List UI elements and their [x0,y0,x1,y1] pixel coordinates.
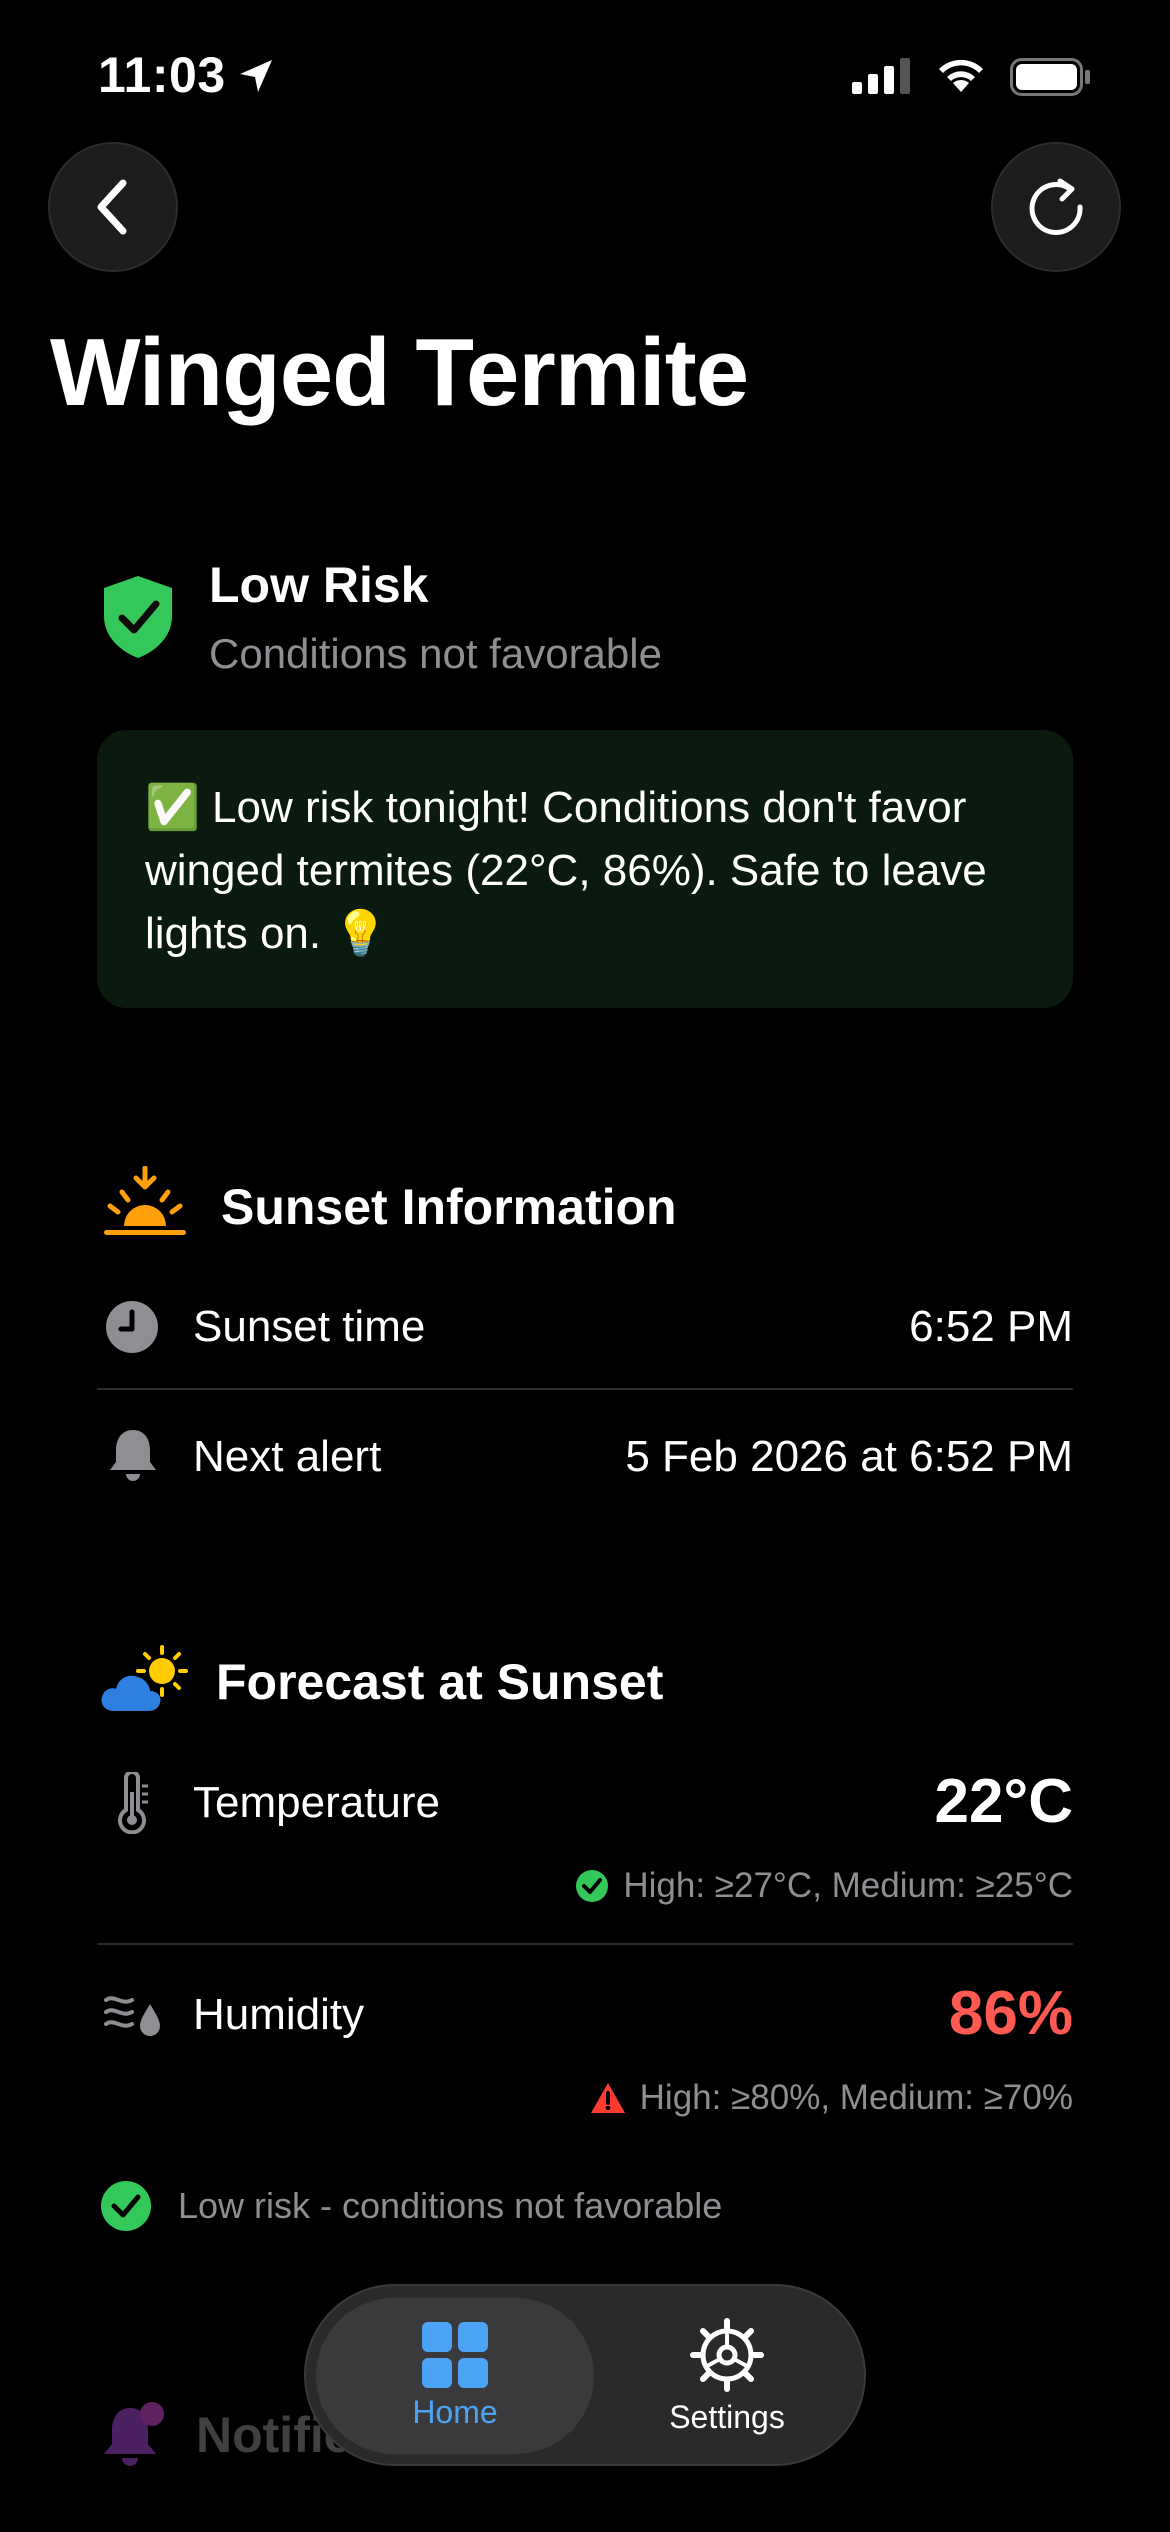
wifi-icon [939,59,983,92]
clock-icon [106,1301,158,1353]
page-title: Winged Termite [50,319,749,426]
risk-level: Low Risk [209,557,429,613]
tab-bar: Home Settings [304,2284,866,2466]
status-time: 11:03 [98,47,226,103]
grid-icon [422,2321,488,2388]
risk-message-card: ✅ Low risk tonight! Conditions don't fav… [97,730,1073,1008]
sunset-section-title: Sunset Information [221,1179,677,1235]
risk-subtitle: Conditions not favorable [209,630,662,677]
forecast-section-title: Forecast at Sunset [216,1654,664,1710]
humidity-label: Humidity [193,1990,365,2039]
thermometer-icon [118,1772,148,1834]
shield-check-icon [104,576,172,658]
tab-home-label: Home [412,2393,498,2430]
humidity-threshold-text: High: ≥80%, Medium: ≥70% [639,2078,1073,2117]
humidity-threshold: High: ≥80%, Medium: ≥70% [590,2078,1073,2118]
tab-settings[interactable]: Settings [600,2298,854,2454]
temperature-value: 22°C [934,1767,1073,1836]
battery-icon [1010,58,1090,96]
location-arrow-icon [240,60,272,92]
bell-icon [110,1430,156,1481]
forecast-summary-text: Low risk - conditions not favorable [178,2185,723,2226]
temperature-label: Temperature [193,1778,441,1827]
sunset-time-value: 6:52 PM [909,1302,1073,1351]
cellular-signal-icon [852,58,910,94]
temperature-threshold: High: ≥27°C, Medium: ≥25°C [575,1866,1073,1906]
check-circle-icon [576,1870,609,1902]
risk-message: ✅ Low risk tonight! Conditions don't fav… [145,783,987,958]
gear-icon [690,2317,764,2392]
next-alert-label: Next alert [193,1432,382,1481]
chevron-left-icon [97,179,127,235]
refresh-icon [1029,178,1083,235]
sunset-icon [104,1166,186,1235]
next-alert-value: 5 Feb 2026 at 6:52 PM [625,1432,1073,1481]
partly-cloudy-icon [101,1645,188,1711]
sunset-time-label: Sunset time [193,1302,426,1351]
tab-home[interactable]: Home [316,2298,594,2454]
humidity-value: 86% [948,1979,1073,2048]
check-circle-icon [101,2181,151,2231]
tab-settings-label: Settings [669,2398,785,2435]
divider [97,1388,1073,1390]
temperature-threshold-text: High: ≥27°C, Medium: ≥25°C [623,1866,1073,1905]
status-bar: 11:03 [0,0,1170,150]
refresh-button[interactable] [991,142,1121,272]
back-button[interactable] [48,142,178,272]
humidity-icon [104,1996,160,2036]
warning-triangle-icon [590,2083,625,2113]
forecast-summary: Low risk - conditions not favorable [100,2180,722,2232]
divider [97,1943,1073,1945]
bell-badge-icon [104,2402,164,2466]
